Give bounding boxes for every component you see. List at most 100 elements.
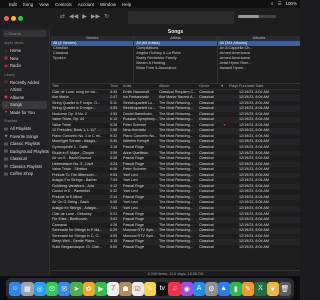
song-album: The Most Relaxing...	[159, 167, 193, 172]
song-genre: Classical	[199, 244, 214, 249]
albums-icon: ▣	[4, 94, 8, 100]
search-placeholder: Search	[8, 31, 21, 36]
sidebar-item-artists[interactable]: ♪ Artists	[0, 86, 49, 94]
zoom-window-button[interactable]	[18, 15, 23, 21]
trash-icon[interactable]: 🗑	[278, 281, 292, 296]
next-track-icon[interactable]: ▶▶	[91, 13, 100, 20]
messages-icon[interactable]: ✉	[45, 281, 59, 296]
sidebar-item-label: Artists	[10, 87, 22, 93]
mail-icon[interactable]: ✉	[58, 281, 71, 296]
song-artist: Pascal Roge	[123, 244, 144, 249]
sidebar-item-favorite-songs[interactable]: ★ Favorite Songs	[0, 133, 49, 141]
song-artist: Russian Symphony...	[122, 117, 158, 123]
table-row[interactable]: Adagio For Strings - Barber 7:54 Yoel Levi…	[51, 178, 300, 184]
menu-view[interactable]: View	[39, 2, 49, 7]
menu-controls[interactable]: Controls	[55, 2, 72, 7]
shuffle-icon[interactable]: ⇄	[60, 13, 65, 20]
tv-icon[interactable]: tv	[156, 281, 169, 296]
sidebar: ⌕ Search Apple Music ⌂ Home ▦ New ◉ Radio Lib…	[0, 28, 50, 276]
genres-browser-item[interactable]: Spoken	[51, 56, 133, 61]
sidebar-item-all-playlists[interactable]: ▤ All Playlists	[0, 125, 49, 133]
radio-icon: ◉	[4, 62, 8, 68]
spotlight-icon[interactable]: ⌕	[271, 1, 274, 7]
song-album: Ave Maria: Sacred A...	[158, 95, 198, 101]
all-playlists-icon: ▤	[4, 125, 8, 131]
sidebar-item-classic-playlists[interactable]: ▤ Classic Playlists	[0, 140, 49, 148]
repeat-icon[interactable]: ↻	[104, 13, 109, 20]
sidebar-item-label: Coffee Shop	[10, 171, 34, 177]
calendar-icon[interactable]: 7	[107, 281, 120, 296]
window-controls	[4, 15, 23, 21]
playback-controls: ⇄ ◀◀ ▶ ▶▶ ↻	[60, 13, 109, 20]
sidebar-header-playlists: Playlists	[4, 119, 18, 123]
volume-slider[interactable]	[238, 15, 276, 18]
search-input[interactable]: ⌕ Search	[3, 30, 46, 37]
menu-song[interactable]: Song	[23, 2, 34, 7]
play-icon[interactable]: ▶	[82, 13, 87, 20]
maps-icon[interactable]: ➤	[70, 281, 83, 296]
genres-column: Genres All (4 Genres) Christian Classical S…	[51, 36, 135, 83]
song-album: The Most Relaxing...	[158, 106, 198, 112]
sidebar-item-songs[interactable]: ♫ Songs	[2, 101, 47, 109]
sidebar-item-label: Albums	[10, 94, 24, 100]
sidebar-item-new[interactable]: ▦ New	[0, 55, 49, 63]
sidebar-item-background-playlists[interactable]: ▤ Background Playlists	[0, 148, 49, 156]
table-row[interactable]: Adagio for Strings - Adagio... 7:54 Yoel L…	[51, 205, 300, 212]
notes-icon[interactable]: ✎	[143, 281, 157, 296]
minimize-window-button[interactable]	[11, 15, 16, 21]
song-album: The Most Relaxing...	[158, 228, 198, 234]
contacts-icon[interactable]: ☗	[119, 281, 132, 296]
song-purchase-date: 12/19/23, 8:04 AM	[239, 244, 269, 249]
reminders-icon[interactable]: ☑	[131, 281, 144, 296]
launchpad-icon[interactable]: ▦	[21, 281, 34, 296]
sidebar-item-classical[interactable]: ▤ Classical	[0, 155, 49, 163]
appstore-icon[interactable]: A	[192, 281, 206, 296]
classics-playlists-icon: ▤	[4, 163, 8, 169]
sidebar-item-classics-playlists[interactable]: ▤ Classics Playlists	[0, 163, 49, 171]
close-window-button[interactable]	[4, 15, 9, 21]
title-bar: ⇄ ◀◀ ▶ ▶▶ ↻	[0, 8, 300, 28]
menu-account[interactable]: Account	[78, 2, 94, 7]
podcasts-icon[interactable]: ◉	[180, 281, 193, 296]
albums-browser-item[interactable]: Assault Hymn...	[218, 66, 300, 71]
finder-icon[interactable]: ☺	[9, 281, 22, 296]
menu-edit[interactable]: Edit	[9, 2, 17, 7]
numbers-icon[interactable]: ▮	[229, 281, 243, 296]
control-center-icon[interactable]: ☰	[277, 1, 281, 7]
menu-window[interactable]: Window	[100, 2, 116, 7]
song-plays	[228, 245, 238, 251]
previous-track-icon[interactable]: ◀◀	[69, 13, 78, 20]
photos-icon[interactable]: ✿	[82, 281, 95, 296]
table-row[interactable]: String Quartet in D major... 4:55 Streichq…	[51, 106, 300, 112]
settings-icon[interactable]: ⚙	[205, 281, 218, 296]
artists-browser-item[interactable]: Brian Free & Assurance	[134, 66, 216, 71]
dock: ☺ ▦ ◎ ✉ ✉ ➤ ✿ ▶ 7 ☗ ☑ ✎ tv ♫ ◉ A ⚙ ▲ ▮ ✎ X ❦ 🗑	[6, 278, 294, 299]
table-row[interactable]: Serenade for Strings in E Ma... 6:25 Mosco…	[51, 228, 300, 234]
song-album: The Most Relaxing...	[158, 205, 198, 212]
sidebar-item-label: Radio	[10, 63, 21, 69]
safari-icon[interactable]: ◎	[33, 281, 46, 296]
facetime-icon[interactable]: ▶	[94, 281, 108, 296]
sidebar-item-label: Songs	[10, 102, 22, 108]
sidebar-item-label: Home	[10, 48, 22, 54]
table-row[interactable]: Suite Bergamasque: III. Clair... 5:00 Pasc…	[51, 245, 300, 251]
battery-status[interactable]: 100%	[285, 1, 297, 7]
song-album: The Most Relaxing...	[159, 144, 193, 149]
table-row[interactable]: Air on G - Bach/Gounod 5:08 Pascal Roge The…	[51, 156, 300, 162]
song-title: Suite Bergamasque: III. Clair...	[52, 244, 103, 249]
made-for-you-icon: ♥	[4, 109, 8, 115]
now-playing-display[interactable]	[128, 11, 234, 24]
butterfly-app-icon[interactable]: ❦	[266, 281, 279, 296]
excel-icon[interactable]: X	[254, 281, 267, 296]
menu-help[interactable]: Help	[122, 2, 131, 7]
sidebar-item-coffee-shop[interactable]: ▤ Coffee Shop	[0, 170, 49, 178]
sidebar-item-radio[interactable]: ◉ Radio	[0, 62, 49, 70]
sidebar-item-recently-added[interactable]: ◷ Recently Added	[0, 79, 49, 87]
sidebar-item-made-for-you[interactable]: ♥ Made for You	[0, 109, 49, 117]
keynote-icon[interactable]: ▲	[217, 281, 230, 296]
sidebar-item-albums[interactable]: ▣ Albums	[0, 94, 49, 102]
pages-icon[interactable]: ✎	[242, 281, 255, 296]
sidebar-item-home[interactable]: ⌂ Home	[0, 47, 49, 55]
table-row[interactable]: Sleep Well - Gentle Piano... 3:15 Pascal R…	[51, 239, 300, 245]
music-icon[interactable]: ♫	[168, 281, 181, 296]
